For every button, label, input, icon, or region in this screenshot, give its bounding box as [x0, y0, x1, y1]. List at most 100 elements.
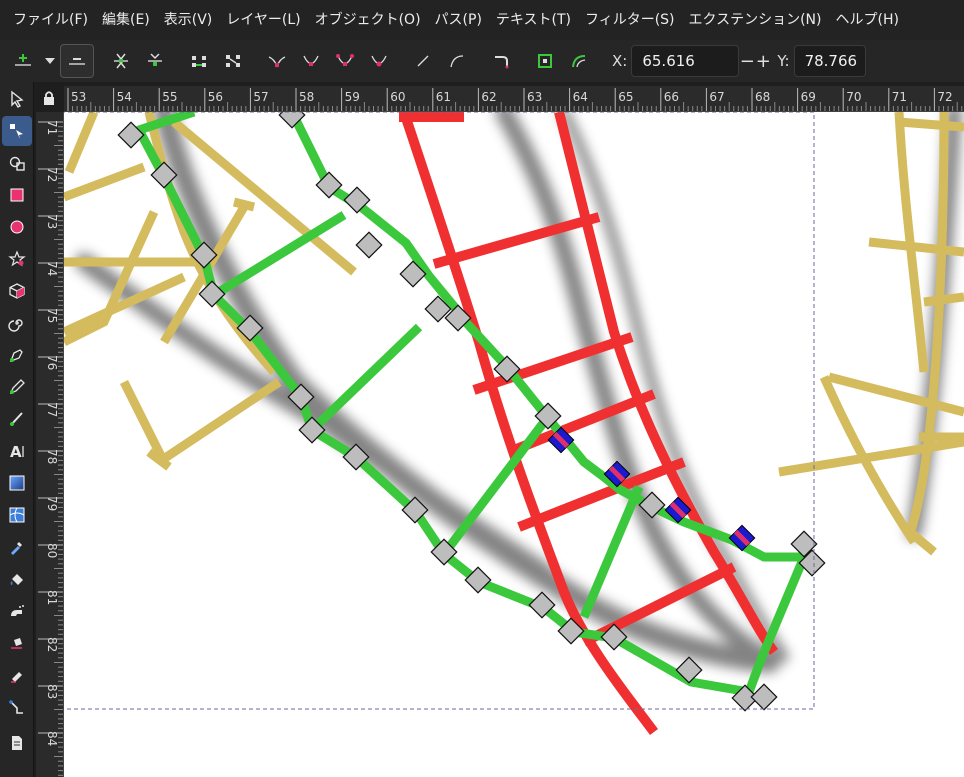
path-node[interactable] — [355, 231, 383, 259]
3d-box-tool[interactable] — [2, 276, 32, 306]
join-segment-button[interactable] — [182, 44, 216, 78]
menu-edit[interactable]: 編集(E) — [95, 0, 157, 40]
lock-icon — [44, 91, 54, 105]
spiral-tool[interactable] — [2, 308, 32, 338]
join-nodes-icon — [114, 53, 128, 69]
pencil-tool[interactable] — [2, 372, 32, 402]
svg-text:A: A — [10, 443, 22, 460]
menu-layer[interactable]: レイヤー(L) — [219, 0, 307, 40]
eraser-pen-icon — [11, 672, 22, 683]
join-nodes-button[interactable] — [104, 44, 138, 78]
show-handles-button[interactable] — [562, 44, 596, 78]
star-tool[interactable] — [2, 244, 32, 274]
ruler-label: 71 — [45, 120, 59, 135]
circle-tool[interactable] — [2, 212, 32, 242]
tweak-tool[interactable] — [2, 148, 32, 178]
ruler-label: 65 — [618, 90, 633, 104]
selector-tool[interactable] — [2, 84, 32, 114]
delete-segment-button[interactable] — [216, 44, 250, 78]
show-bbox-button[interactable] — [528, 44, 562, 78]
menu-view[interactable]: 表示(V) — [157, 0, 220, 40]
menu-extensions[interactable]: エクステンション(N) — [682, 0, 829, 40]
symmetric-node-icon — [336, 54, 354, 66]
pages-tool[interactable] — [2, 728, 32, 758]
menu-file[interactable]: ファイル(F) — [6, 0, 95, 40]
drawing-canvas[interactable] — [64, 112, 964, 777]
object-to-path-button[interactable] — [484, 44, 518, 78]
ruler-label: 69 — [801, 90, 816, 104]
lock-guides-button[interactable] — [36, 86, 62, 110]
spray-tool[interactable] — [2, 596, 32, 626]
ruler-label: 60 — [390, 90, 405, 104]
canvas-artwork — [64, 112, 964, 736]
pen-tool[interactable] — [2, 340, 32, 370]
connector-tool[interactable] — [2, 692, 32, 722]
circle-icon — [10, 220, 24, 234]
vertical-ruler: 71 72 73 74 75 76 77 78 79 80 81 82 83 84 — [36, 112, 64, 777]
horizontal-ruler-ticks: 53 54 55 56 57 58 59 60 61 62 63 64 65 66 67 68 69 70 71 72 — [67, 88, 963, 111]
insert-node-button[interactable] — [6, 44, 40, 78]
ruler-label: 71 — [892, 90, 907, 104]
smooth-node-button[interactable] — [294, 44, 328, 78]
break-path-button[interactable] — [138, 44, 172, 78]
eraser-path-tool[interactable] — [2, 660, 32, 690]
eraser-icon — [11, 638, 22, 649]
ruler-label: 63 — [527, 90, 542, 104]
ruler-label: 64 — [573, 90, 588, 104]
ruler-label: 73 — [45, 214, 59, 229]
paint-bucket-icon — [10, 574, 23, 585]
y-coordinate-input[interactable]: 78.766 — [793, 45, 866, 77]
mesh-icon — [9, 507, 25, 523]
gradient-tool[interactable] — [2, 468, 32, 498]
ruler-label: 56 — [208, 90, 223, 104]
auto-smooth-node-button[interactable] — [362, 44, 396, 78]
text-tool[interactable]: A — [2, 436, 32, 466]
page-icon — [12, 736, 22, 750]
menu-filters[interactable]: フィルター(S) — [578, 0, 682, 40]
paint-bucket-tool[interactable] — [2, 564, 32, 594]
spray-icon — [11, 605, 24, 616]
menu-path[interactable]: パス(P) — [428, 0, 489, 40]
red-ladder — [399, 112, 779, 736]
make-curve-button[interactable] — [440, 44, 474, 78]
menu-help[interactable]: ヘルプ(H) — [829, 0, 906, 40]
ruler-label: 77 — [45, 402, 59, 417]
bounding-box-icon — [538, 54, 552, 68]
ruler-label: 66 — [664, 90, 679, 104]
node-tool[interactable] — [2, 116, 32, 146]
smooth-node-icon — [303, 55, 319, 66]
x-increment-button[interactable]: + — [755, 51, 771, 72]
x-coordinate-input[interactable]: 65.616 — [631, 45, 740, 77]
menu-object[interactable]: オブジェクト(O) — [308, 0, 428, 40]
ruler-label: 55 — [162, 90, 177, 104]
ruler-label: 61 — [436, 90, 451, 104]
symmetric-node-button[interactable] — [328, 44, 362, 78]
ruler-label: 54 — [117, 90, 132, 104]
menu-bar: ファイル(F) 編集(E) 表示(V) レイヤー(L) オブジェクト(O) パス… — [0, 0, 964, 40]
eraser-tool[interactable] — [2, 628, 32, 658]
ruler-label: 53 — [71, 90, 86, 104]
insert-node-dropdown[interactable] — [40, 44, 60, 78]
ruler-label: 78 — [45, 449, 59, 464]
delete-segment-icon — [226, 55, 240, 67]
dropper-tool[interactable] — [2, 532, 32, 562]
ruler-label: 59 — [345, 90, 360, 104]
chevron-down-icon — [45, 58, 55, 64]
delete-node-button[interactable] — [60, 44, 94, 78]
pen-icon — [9, 349, 23, 363]
curve-icon — [450, 55, 464, 68]
rectangle-tool[interactable] — [2, 180, 32, 210]
spiral-icon — [8, 319, 23, 332]
cusp-node-button[interactable] — [260, 44, 294, 78]
straight-line-icon — [417, 55, 429, 67]
toolbox: A — [0, 82, 34, 777]
menu-text[interactable]: テキスト(T) — [489, 0, 578, 40]
ruler-label: 72 — [937, 90, 952, 104]
ruler-label: 68 — [755, 90, 770, 104]
make-line-button[interactable] — [406, 44, 440, 78]
mesh-tool[interactable] — [2, 500, 32, 530]
x-decrement-button[interactable]: − — [739, 51, 755, 72]
ruler-label: 75 — [45, 308, 59, 323]
connector-icon — [9, 700, 23, 714]
calligraphy-tool[interactable] — [2, 404, 32, 434]
